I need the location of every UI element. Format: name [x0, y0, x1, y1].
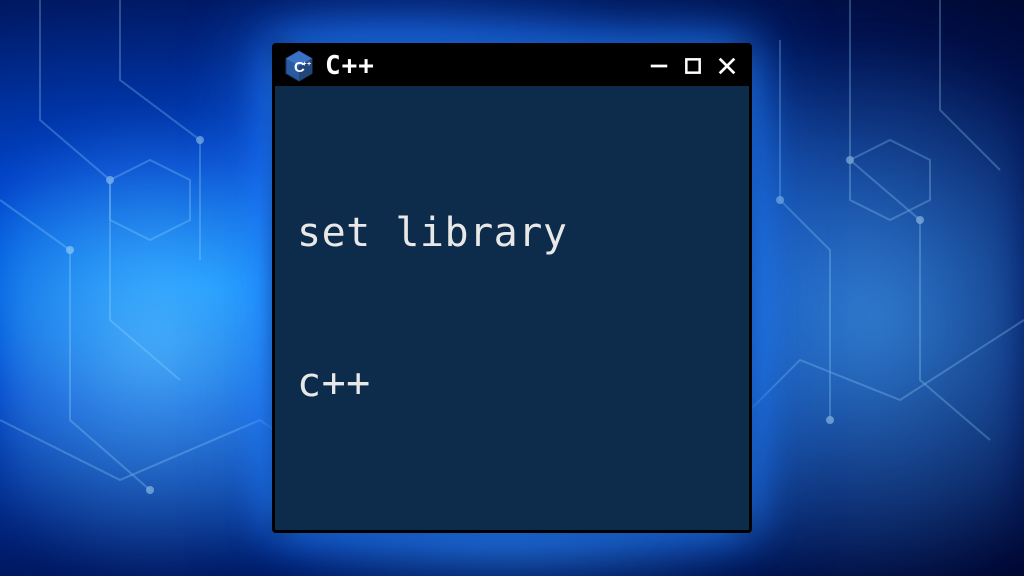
- window-titlebar[interactable]: C + + C++: [275, 46, 749, 86]
- terminal-content[interactable]: set library c++: [275, 86, 749, 530]
- minimize-button[interactable]: [647, 54, 671, 78]
- close-button[interactable]: [715, 54, 739, 78]
- content-line-2: c++: [297, 358, 727, 408]
- window-controls: [647, 54, 739, 78]
- maximize-button[interactable]: [681, 54, 705, 78]
- titlebar-left: C + + C++: [283, 50, 637, 82]
- minimize-icon: [648, 55, 670, 77]
- cpp-hex-icon: C + +: [283, 50, 315, 82]
- content-line-1: set library: [297, 208, 727, 258]
- svg-text:+: +: [303, 61, 307, 68]
- terminal-window: C + + C++: [272, 43, 752, 533]
- window-title: C++: [325, 51, 375, 81]
- maximize-icon: [683, 56, 703, 76]
- close-icon: [716, 55, 738, 77]
- svg-text:+: +: [307, 61, 311, 68]
